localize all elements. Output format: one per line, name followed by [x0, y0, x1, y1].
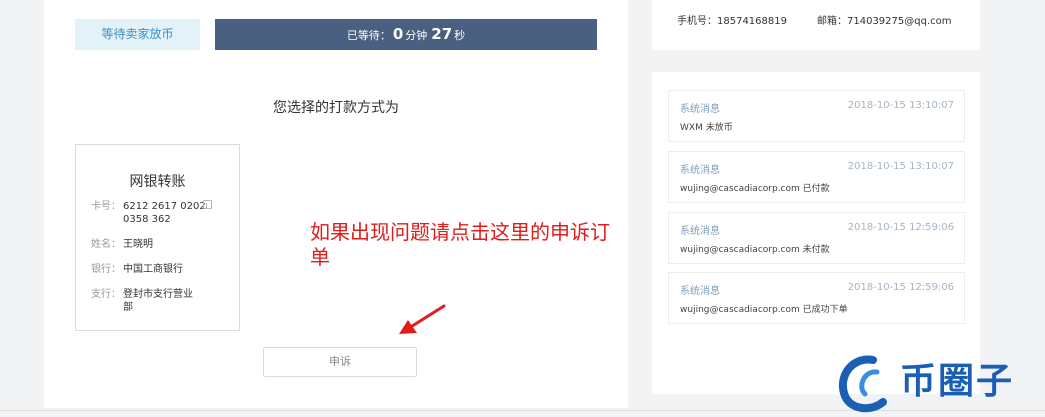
timer-seconds: 27 [431, 25, 453, 43]
branch-label: 支行： [91, 289, 121, 300]
wait-timer: 已等待： 0 分钟 27 秒 [215, 19, 597, 50]
email-value: 714039275@qq.com [847, 16, 952, 27]
status-badge: 等待卖家放币 [75, 19, 200, 50]
message-item: 系统消息 2018-10-15 13:10:07 wujing@cascadia… [668, 151, 965, 203]
bank-value: 中国工商银行 [123, 264, 183, 275]
account-name-label: 姓名： [91, 239, 121, 250]
branch-value: 登封市支行营业部 [123, 289, 193, 313]
payment-heading: 您选择的打款方式为 [273, 100, 399, 116]
message-title: 系统消息 [680, 165, 720, 176]
timer-second-unit: 秒 [454, 29, 466, 42]
logo-text: 币圈子 [900, 361, 1015, 402]
account-name-row: 姓名： 王晓明 [91, 238, 213, 251]
appeal-button[interactable]: 申诉 [263, 347, 417, 377]
message-body: WXM 未放币 [680, 123, 733, 133]
appeal-annotation: 如果出现问题请点击这里的申诉订单 [310, 220, 610, 269]
branch-row: 支行： 登封市支行营业部 [91, 288, 198, 314]
message-item: 系统消息 2018-10-15 12:59:06 wujing@cascadia… [668, 272, 965, 324]
copy-icon[interactable] [203, 200, 212, 209]
phone-value: 18574168819 [717, 16, 787, 27]
message-date: 2018-10-15 13:10:07 [847, 100, 954, 111]
payment-method-card: 网银转账 卡号： 6212 2617 0202 0358 362 姓名： 王晓明… [75, 144, 240, 331]
account-name-value: 王晓明 [123, 239, 153, 250]
bank-label: 银行： [91, 264, 121, 275]
message-item: 系统消息 2018-10-15 12:59:06 wujing@cascadia… [668, 212, 965, 264]
email-label: 邮箱： [817, 16, 847, 27]
message-title: 系统消息 [680, 286, 720, 297]
timer-prefix: 已等待： [346, 29, 391, 42]
message-item: 系统消息 2018-10-15 13:10:07 WXM 未放币 [668, 90, 965, 142]
message-date: 2018-10-15 12:59:06 [847, 222, 954, 233]
timer-minutes: 0 [392, 25, 404, 43]
card-number-value: 6212 2617 0202 0358 362 [123, 201, 206, 225]
bank-row: 银行： 中国工商银行 [91, 263, 213, 276]
card-number-label: 卡号： [91, 201, 121, 212]
phone-label: 手机号： [677, 16, 717, 27]
message-date: 2018-10-15 13:10:07 [847, 161, 954, 172]
message-date: 2018-10-15 12:59:06 [847, 282, 954, 293]
message-body: wujing@cascadiacorp.com 已成功下单 [680, 305, 848, 315]
contact-info: 手机号：18574168819 邮箱：714039275@qq.com [677, 12, 952, 27]
timer-minute-unit: 分钟 [405, 29, 428, 42]
message-body: wujing@cascadiacorp.com 已付款 [680, 184, 830, 194]
message-title: 系统消息 [680, 226, 720, 237]
message-title: 系统消息 [680, 104, 720, 115]
arrow-icon [399, 304, 446, 334]
payment-method-title: 网银转账 [129, 174, 186, 190]
card-number-row: 卡号： 6212 2617 0202 0358 362 [91, 200, 213, 226]
message-body: wujing@cascadiacorp.com 未付款 [680, 245, 830, 255]
